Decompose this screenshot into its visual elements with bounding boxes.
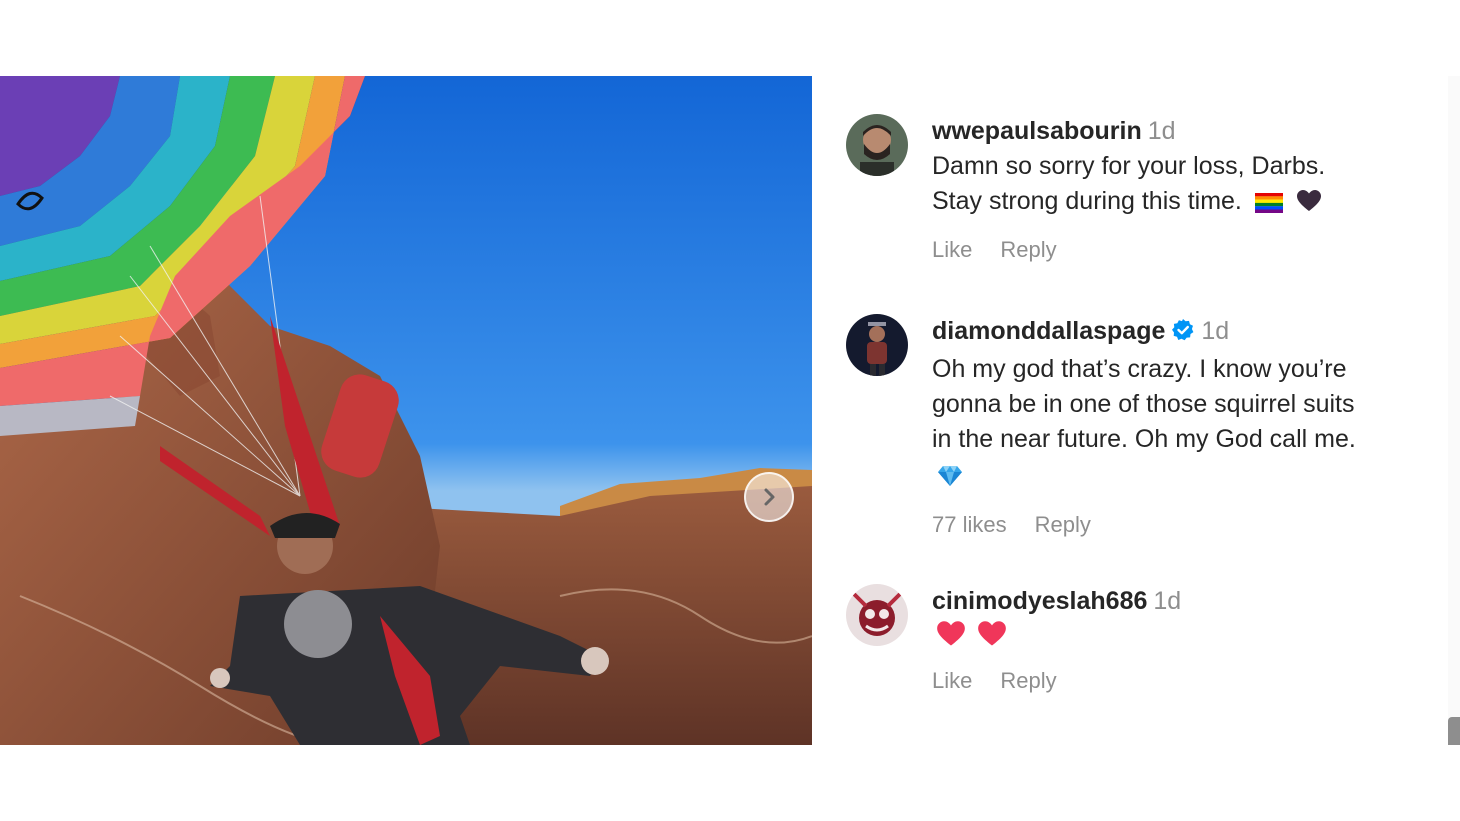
likes-count[interactable]: 77 likes [932, 512, 1007, 537]
comment-text-line: in the near future. Oh my God call me. [932, 425, 1356, 453]
red-heart-icon [977, 620, 1007, 658]
comment-text-segment: Stay strong during this time. [932, 187, 1242, 215]
avatar-image [846, 314, 908, 376]
avatar[interactable] [846, 584, 908, 646]
comment-text [932, 619, 1412, 658]
comment-text: Oh my god that’s crazy. I know you’re go… [932, 352, 1412, 498]
black-heart-icon [1296, 188, 1322, 223]
comment-emoji-line [932, 459, 1412, 498]
scrollbar-track[interactable] [1448, 76, 1460, 745]
next-arrow-icon [764, 488, 775, 506]
comment-text: Damn so sorry for your loss, Darbs. Stay… [932, 149, 1412, 223]
comment-text-line: gonna be in one of those squirrel suits [932, 390, 1355, 418]
avatar[interactable] [846, 114, 908, 176]
avatar-image [846, 114, 908, 176]
comment-username[interactable]: diamonddallaspage [932, 317, 1165, 345]
comment-username[interactable]: wwepaulsabourin [932, 117, 1142, 145]
paragliding-photo [0, 76, 812, 745]
comment-username[interactable]: cinimodyeslah686 [932, 587, 1147, 615]
scrollbar-thumb[interactable] [1448, 717, 1460, 745]
like-button[interactable]: Like [932, 237, 972, 262]
comment-actions: Like Reply [932, 237, 1412, 263]
rainbow-flag-icon [1254, 188, 1283, 223]
comment-actions: 77 likes Reply [932, 512, 1412, 538]
like-button[interactable]: Like [932, 668, 972, 693]
comment-time: 1d [1201, 317, 1230, 345]
comment-text-line: Damn so sorry for your loss, Darbs. [932, 152, 1326, 180]
next-arrow-button[interactable] [744, 472, 794, 522]
avatar[interactable] [846, 314, 908, 376]
reply-button[interactable]: Reply [1000, 668, 1056, 693]
instagram-post: wwepaulsabourin 1d Damn so sorry for your… [0, 76, 1460, 745]
post-media[interactable] [0, 76, 812, 745]
comment-text-line: Stay strong during this time. [932, 184, 1412, 223]
avatar-image [846, 584, 908, 646]
reply-button[interactable]: Reply [1035, 512, 1091, 537]
comment-time: 1d [1147, 117, 1176, 145]
verified-badge-icon [1171, 317, 1195, 351]
gem-icon [936, 463, 964, 498]
comment-time: 1d [1153, 587, 1182, 615]
comment-actions: Like Reply [932, 668, 1412, 694]
reply-button[interactable]: Reply [1000, 237, 1056, 262]
comment-text-line: Oh my god that’s crazy. I know you’re [932, 355, 1347, 383]
comments-panel[interactable]: wwepaulsabourin 1d Damn so sorry for your… [812, 76, 1460, 745]
red-heart-icon [936, 620, 966, 658]
